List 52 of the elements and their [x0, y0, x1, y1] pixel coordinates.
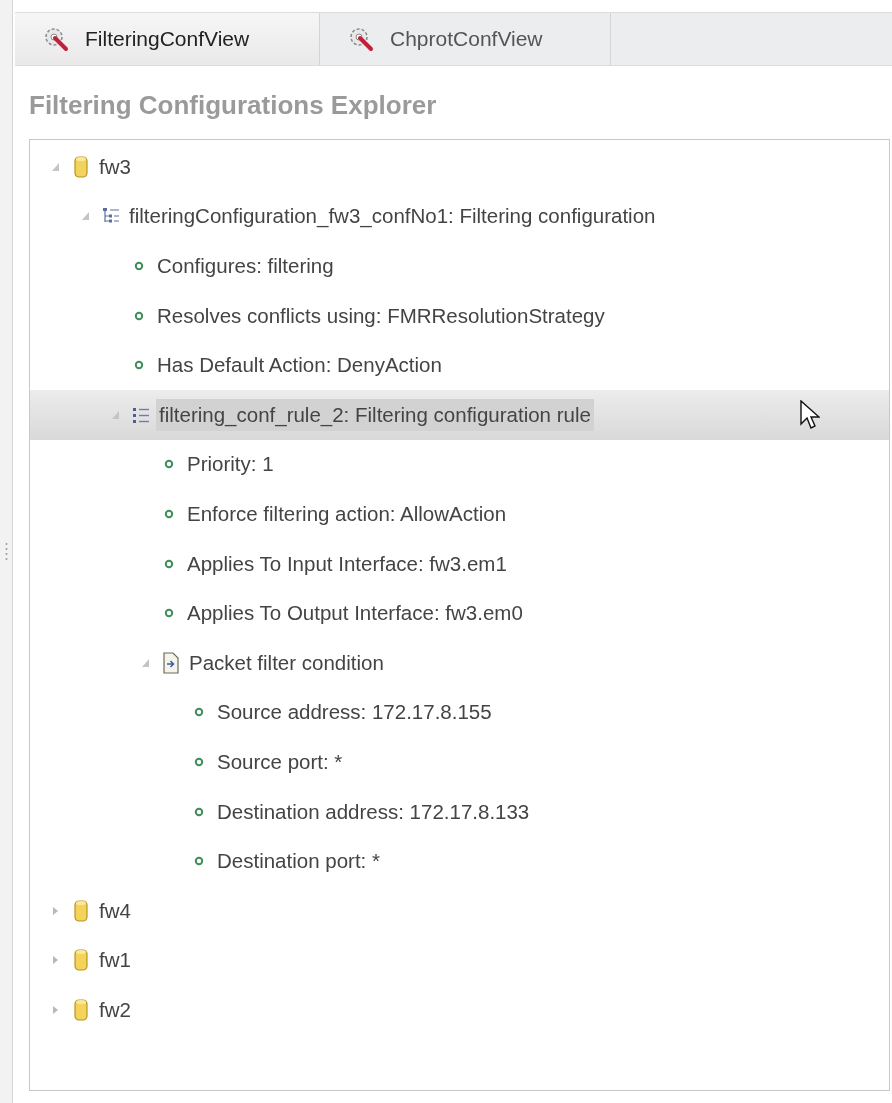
explorer-title: Filtering Configurations Explorer [28, 89, 438, 122]
list-icon [132, 405, 150, 424]
bullet-icon [164, 608, 174, 619]
tree-item-label[interactable]: fw2 [96, 993, 134, 1026]
collapse-arrow-icon[interactable] [50, 161, 60, 172]
collapse-arrow-icon[interactable] [110, 409, 120, 420]
cylinder-icon [74, 154, 88, 179]
tree-item-label[interactable]: fw3 [96, 150, 134, 183]
tree-item-label[interactable]: filtering_conf_rule_2: Filtering configuration rule [156, 398, 594, 431]
tree-item-label[interactable]: fw1 [96, 944, 134, 977]
tree-item-label[interactable]: Packet filter condition [186, 646, 387, 679]
tree-item-label[interactable]: Configures: filtering [154, 250, 337, 282]
expand-arrow-icon[interactable] [50, 1004, 60, 1015]
hierarchy-list-icon [102, 207, 120, 226]
tree-item-label[interactable]: Source port: * [214, 745, 346, 778]
tree-item-label[interactable]: Applies To Input Interface: fw3.em1 [184, 547, 510, 580]
cylinder-icon [74, 997, 88, 1022]
bullet-icon [164, 459, 174, 470]
view-tab[interactable]: FilteringConfView [15, 13, 320, 65]
tree-item-label[interactable]: Destination port: * [214, 845, 383, 878]
bullet-icon [194, 707, 204, 718]
bullet-icon [194, 806, 204, 817]
tree-item-label[interactable]: Priority: 1 [184, 448, 277, 481]
sash-grip-icon[interactable] [4, 542, 8, 561]
collapse-arrow-icon[interactable] [80, 211, 90, 222]
expand-arrow-icon[interactable] [50, 955, 60, 966]
bullet-icon [194, 856, 204, 867]
bullet-icon [134, 310, 144, 321]
tree-item-label[interactable]: Source address: 172.17.8.155 [214, 696, 495, 729]
tree-item-label[interactable]: fw4 [96, 894, 134, 927]
mouse-cursor-icon [800, 399, 820, 430]
bullet-icon [134, 360, 144, 371]
expand-arrow-icon[interactable] [50, 905, 60, 916]
bullet-icon [134, 261, 144, 271]
tree-item-label[interactable]: Resolves conflicts using: FMRResolutionStrategy [154, 299, 608, 332]
tree-item-label[interactable]: filteringConfiguration_fw3_confNo1: Filtering configuration [126, 200, 659, 233]
tree-item-label[interactable]: Applies To Output Interface: fw3.em0 [184, 597, 526, 630]
tree-item-label[interactable]: Destination address: 172.17.8.133 [214, 795, 533, 828]
bullet-icon [164, 508, 174, 519]
wrench-gear-icon [348, 26, 374, 52]
tree-item-label[interactable]: Has Default Action: DenyAction [154, 349, 445, 382]
bullet-icon [194, 756, 204, 767]
wrench-gear-icon [43, 26, 69, 52]
cylinder-icon [74, 898, 88, 923]
collapse-arrow-icon[interactable] [140, 657, 150, 668]
cylinder-icon [74, 948, 88, 973]
tree-row-highlight[interactable]: filtering_conf_rule_2: Filtering configuration rule [30, 389, 889, 440]
view-tab[interactable]: ChprotConfView [320, 13, 611, 65]
document-arrow-icon [162, 651, 180, 674]
sash-bar[interactable] [0, 0, 13, 1103]
bullet-icon [164, 558, 174, 569]
tree-item-label[interactable]: Enforce filtering action: AllowAction [184, 497, 510, 530]
